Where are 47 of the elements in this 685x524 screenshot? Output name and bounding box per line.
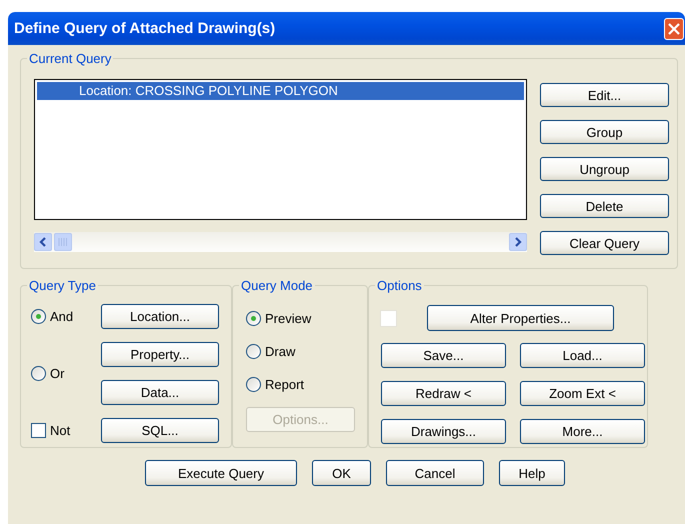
- chevron-right-icon: [513, 237, 523, 247]
- button[interactable]: Delete: [540, 194, 669, 218]
- radio-button[interactable]: [246, 344, 261, 358]
- radio-label[interactable]: Draw: [265, 344, 296, 358]
- button[interactable]: Execute Query: [145, 460, 297, 486]
- radio-button[interactable]: [246, 376, 261, 392]
- radio-button[interactable]: [31, 309, 46, 324]
- radio-button[interactable]: [246, 310, 261, 326]
- button[interactable]: Help: [499, 460, 565, 486]
- button[interactable]: Data...: [101, 380, 219, 405]
- button[interactable]: Location...: [101, 304, 219, 329]
- list-item[interactable]: Location: CROSSING POLYLINE POLYGON: [37, 82, 524, 100]
- scroll-right-button[interactable]: [509, 233, 527, 251]
- button[interactable]: OK: [312, 460, 371, 486]
- radio-button[interactable]: [31, 366, 46, 381]
- button[interactable]: SQL...: [101, 418, 219, 443]
- button[interactable]: Drawings...: [381, 419, 506, 444]
- group-label: Query Type: [28, 278, 97, 293]
- button[interactable]: Edit...: [540, 83, 669, 107]
- button[interactable]: Redraw <: [381, 381, 506, 406]
- checkbox[interactable]: [31, 423, 46, 438]
- chevron-left-icon: [38, 237, 48, 247]
- radio-label[interactable]: Report: [265, 376, 304, 392]
- button[interactable]: Ungroup: [540, 157, 669, 181]
- button[interactable]: More...: [520, 419, 645, 444]
- radio-label[interactable]: Preview: [265, 310, 312, 326]
- window-title: Define Query of Attached Drawing(s): [14, 20, 276, 37]
- group-label: Query Mode: [240, 278, 314, 293]
- button[interactable]: Zoom Ext <: [520, 381, 645, 406]
- button[interactable]: Alter Properties...: [427, 305, 614, 331]
- scroll-thumb[interactable]: [54, 233, 72, 251]
- horizontal-scrollbar[interactable]: [34, 232, 527, 252]
- button[interactable]: Property...: [101, 342, 219, 367]
- button[interactable]: Clear Query: [540, 231, 669, 255]
- close-icon: [668, 22, 680, 34]
- checkbox-label[interactable]: Not: [50, 423, 70, 438]
- button[interactable]: Group: [540, 120, 669, 144]
- close-button[interactable]: [664, 18, 684, 40]
- scroll-left-button[interactable]: [34, 233, 52, 251]
- group-label: Options: [376, 278, 423, 293]
- radio-label[interactable]: And: [50, 309, 74, 324]
- button[interactable]: Save...: [381, 343, 506, 368]
- radio-label[interactable]: Or: [50, 366, 64, 381]
- button[interactable]: Cancel: [386, 460, 484, 486]
- group-label: Current Query: [28, 51, 112, 66]
- query-list[interactable]: Location: CROSSING POLYLINE POLYGON: [34, 79, 527, 220]
- button[interactable]: Load...: [520, 343, 645, 368]
